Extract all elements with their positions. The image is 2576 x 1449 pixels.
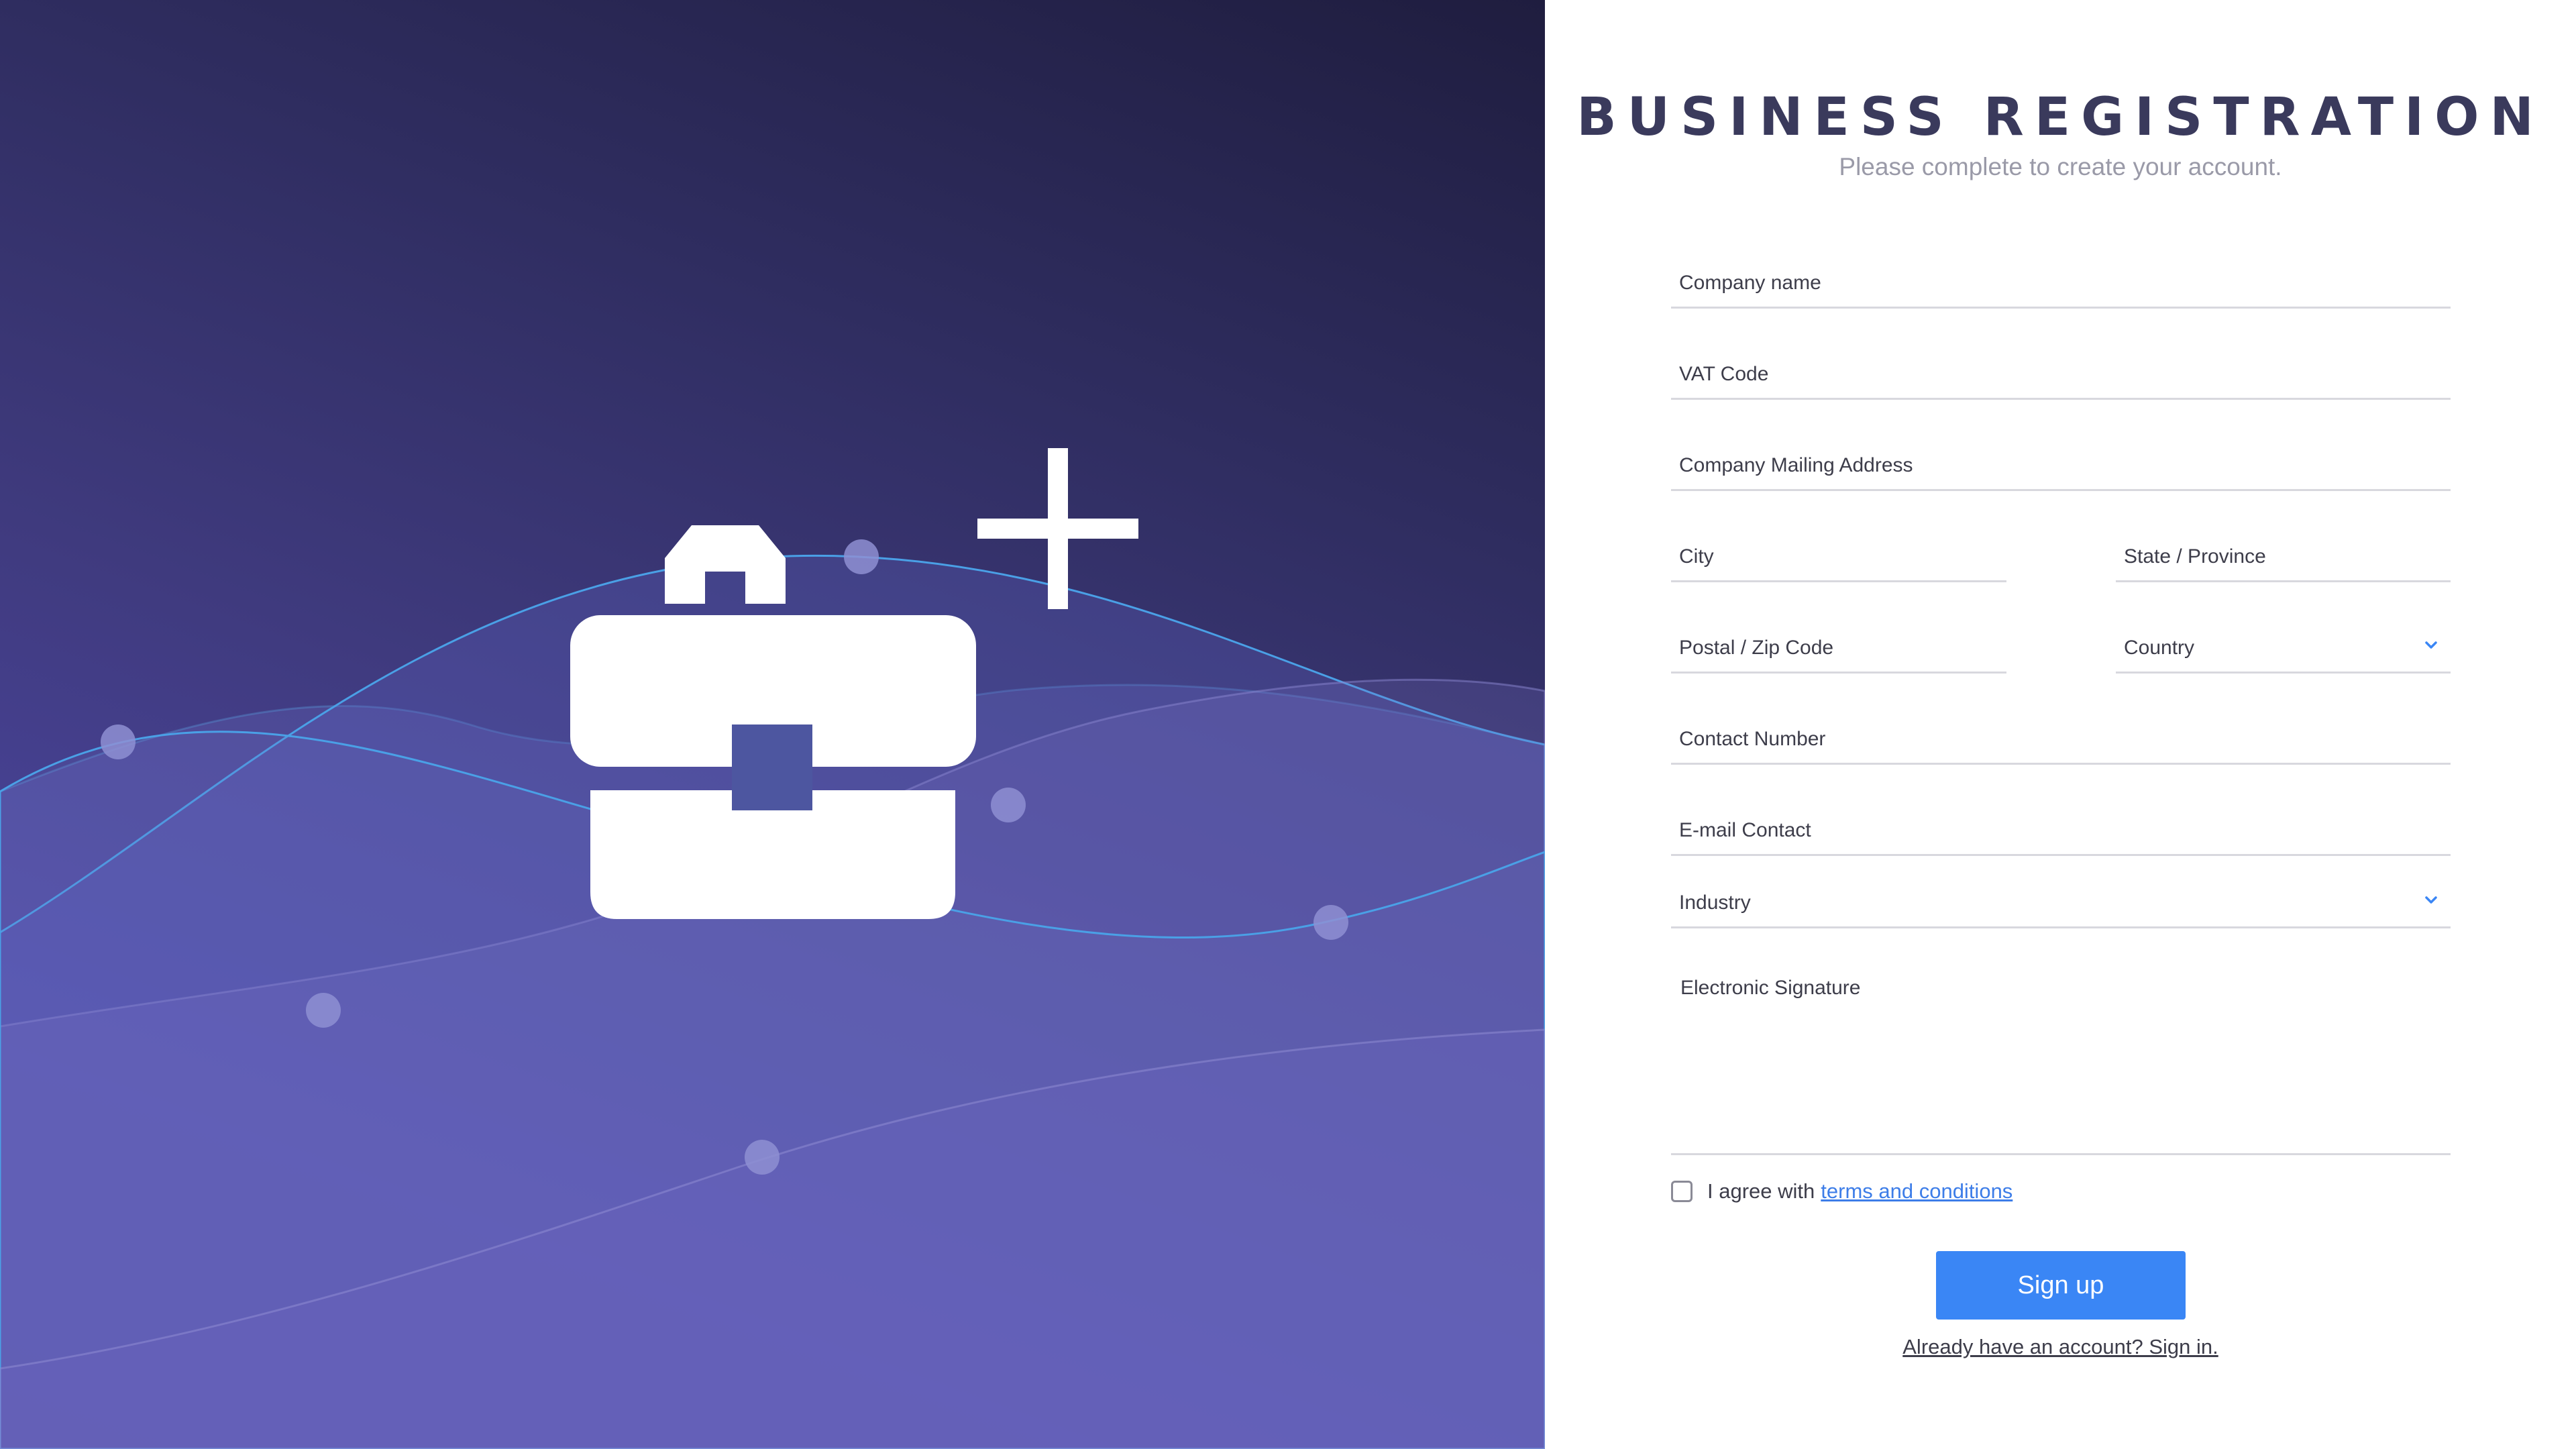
city-input[interactable] bbox=[1679, 545, 1968, 568]
industry-select-value: Industry bbox=[1679, 892, 1751, 914]
chevron-down-icon bbox=[2425, 641, 2437, 649]
vat-code-field bbox=[1671, 333, 2451, 400]
mailing-address-input[interactable] bbox=[1679, 454, 2412, 477]
registration-page: BUSINESS REGISTRATION Please complete to… bbox=[0, 0, 2576, 1449]
email-field bbox=[1671, 789, 2451, 856]
registration-form: BUSINESS REGISTRATION Please complete to… bbox=[1545, 0, 2576, 1449]
email-input[interactable] bbox=[1679, 819, 2412, 842]
country-select-value: Country bbox=[2124, 637, 2195, 659]
contact-number-input[interactable] bbox=[1679, 728, 2412, 751]
state-input[interactable] bbox=[2124, 545, 2412, 568]
terms-checkbox[interactable] bbox=[1671, 1181, 1693, 1202]
terms-agreement-row: I agree with terms and conditions bbox=[1671, 1178, 2012, 1205]
state-field bbox=[2116, 515, 2451, 582]
postal-code-input[interactable] bbox=[1679, 637, 1968, 659]
country-select[interactable]: Country bbox=[2116, 606, 2451, 674]
signature-field bbox=[1671, 966, 2451, 1155]
hero-panel bbox=[0, 0, 1545, 1449]
signature-textarea[interactable] bbox=[1680, 977, 2441, 1138]
contact-number-field bbox=[1671, 698, 2451, 765]
company-name-field bbox=[1671, 241, 2451, 309]
city-field bbox=[1671, 515, 2006, 582]
briefcase-plus-icon bbox=[570, 448, 1138, 919]
page-title: BUSINESS REGISTRATION bbox=[1576, 87, 2544, 148]
signin-link[interactable]: Already have an account? Sign in. bbox=[1545, 1335, 2576, 1359]
signup-button[interactable]: Sign up bbox=[1936, 1251, 2186, 1320]
vat-code-input[interactable] bbox=[1679, 363, 2412, 386]
chevron-down-icon bbox=[2425, 896, 2437, 904]
postal-code-field bbox=[1671, 606, 2006, 674]
mailing-address-field bbox=[1671, 424, 2451, 491]
page-subtitle: Please complete to create your account. bbox=[1839, 153, 2282, 180]
company-name-input[interactable] bbox=[1679, 272, 2412, 294]
industry-select[interactable]: Industry bbox=[1671, 861, 2451, 928]
terms-link[interactable]: terms and conditions bbox=[1821, 1179, 2012, 1203]
agree-label: I agree with bbox=[1707, 1179, 1815, 1203]
